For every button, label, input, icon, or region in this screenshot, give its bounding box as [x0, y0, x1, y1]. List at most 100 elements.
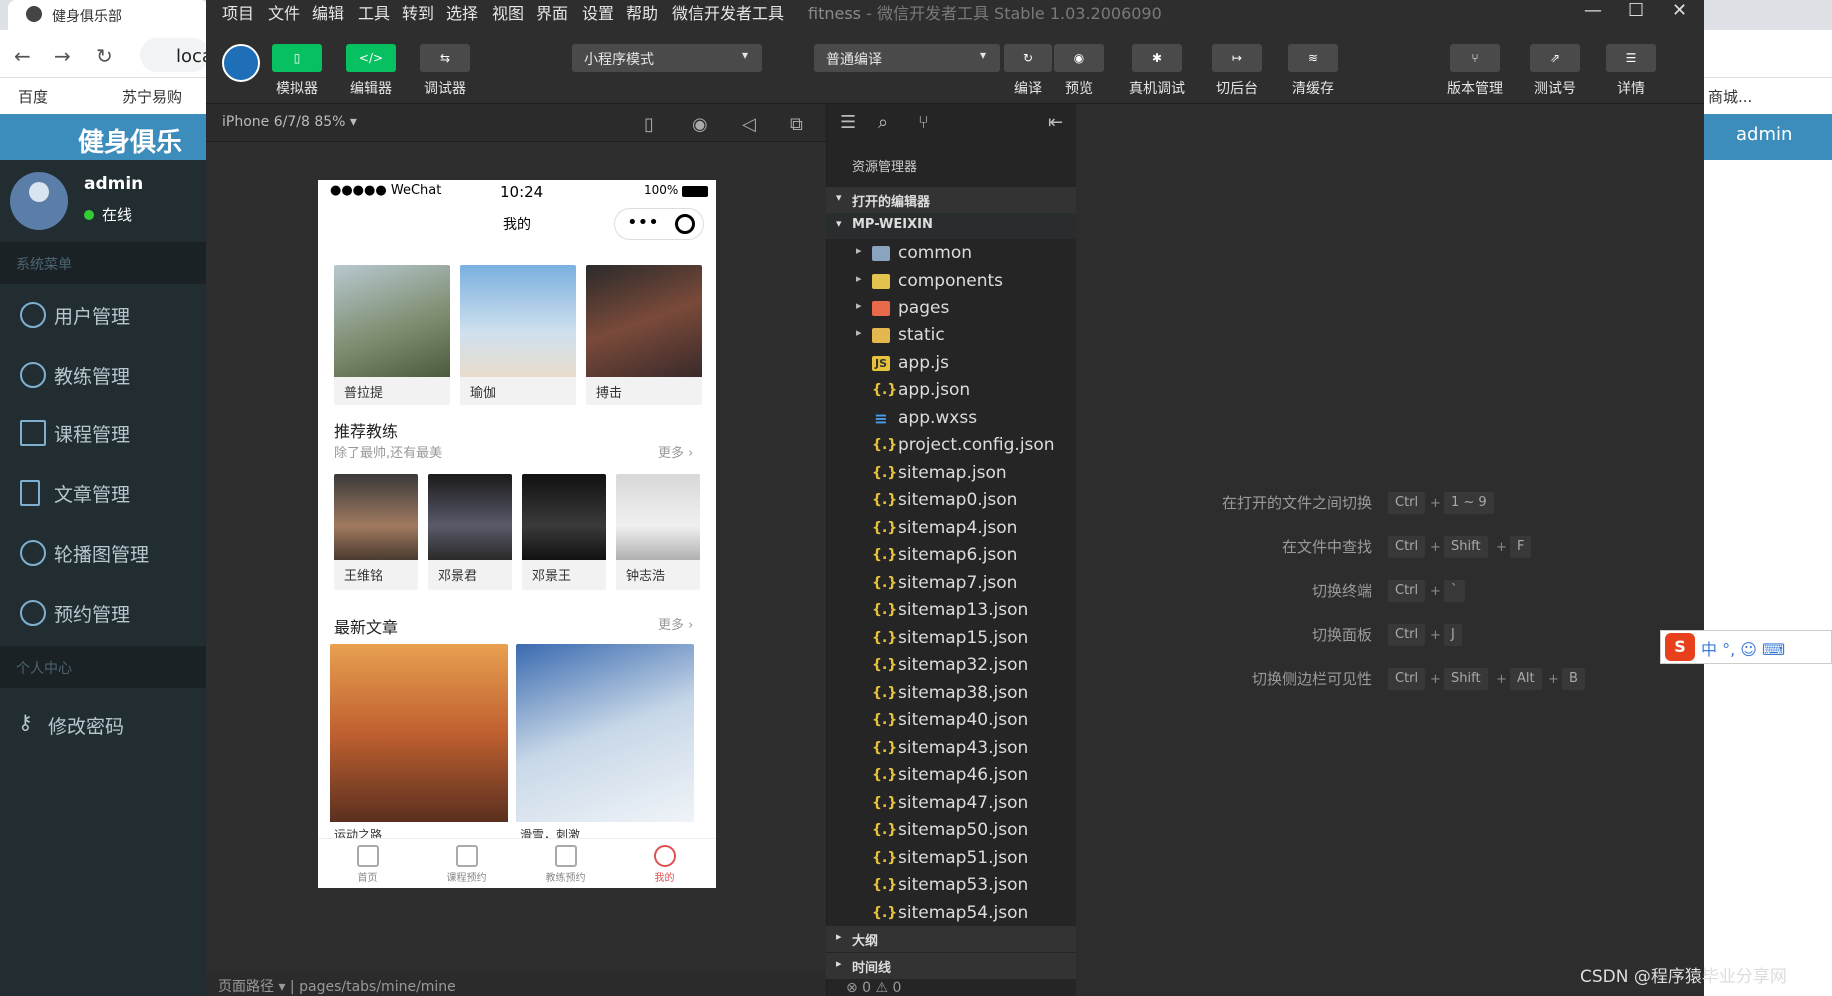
tab-coach-booking[interactable]: 教练预约	[516, 839, 615, 888]
clear-cache-button[interactable]: ≋	[1288, 44, 1338, 72]
tree-file[interactable]: {.} sitemap40.json	[826, 707, 1076, 734]
tree-file[interactable]: {.} sitemap7.json	[826, 570, 1076, 597]
sidebar-item-courses[interactable]: 课程管理	[0, 408, 206, 458]
test-id-button[interactable]: ⇗	[1530, 44, 1580, 72]
tree-file[interactable]: ≡ app.wxss	[826, 405, 1076, 432]
simulator-toggle[interactable]: ▯	[272, 44, 322, 72]
more-icon[interactable]: •••	[627, 212, 659, 233]
menu-interface[interactable]: 界面	[536, 0, 568, 24]
tree-file[interactable]: {.} sitemap4.json	[826, 515, 1076, 542]
tree-file[interactable]: {.} sitemap51.json	[826, 845, 1076, 872]
menu-wechat-devtools[interactable]: 微信开发者工具	[672, 0, 784, 24]
bookmark-baidu[interactable]: 百度	[18, 86, 48, 107]
coach-card[interactable]: 王维铭	[334, 474, 418, 590]
article-card[interactable]: 运动之路	[330, 644, 508, 840]
reload-icon[interactable]: ↻	[96, 44, 113, 68]
tree-file[interactable]: {.} sitemap46.json	[826, 762, 1076, 789]
sidebar-item-change-password[interactable]: ⚷ 修改密码	[0, 700, 206, 750]
menu-help[interactable]: 帮助	[626, 0, 658, 24]
menu-settings[interactable]: 设置	[582, 0, 614, 24]
sidebar-item-coaches[interactable]: 教练管理	[0, 350, 206, 400]
tab-course-booking[interactable]: 课程预约	[417, 839, 516, 888]
menu-file[interactable]: 文件	[268, 0, 300, 24]
tree-file[interactable]: {.} sitemap13.json	[826, 597, 1076, 624]
page-path-label[interactable]: 页面路径 ▾	[218, 979, 285, 995]
outline-group[interactable]: 大纲	[826, 926, 1076, 952]
tree-file[interactable]: {.} sitemap50.json	[826, 817, 1076, 844]
sidebar-item-banners[interactable]: 轮播图管理	[0, 528, 206, 578]
sidebar-item-users[interactable]: 用户管理	[0, 290, 206, 340]
compile-mode-select[interactable]: 普通编译	[814, 44, 1000, 72]
details-button[interactable]: ☰	[1606, 44, 1656, 72]
popout-icon[interactable]: ⧉	[790, 114, 803, 135]
ime-toolbar[interactable]: S 中 °, ☺ ⌨	[1660, 630, 1832, 664]
tree-folder-pages[interactable]: ▸ pages	[826, 295, 1076, 322]
tree-file[interactable]: {.} sitemap54.json	[826, 900, 1076, 927]
tree-file[interactable]: {.} sitemap32.json	[826, 652, 1076, 679]
address-bar[interactable]: loca	[140, 38, 213, 72]
remote-debug-button[interactable]: ✱	[1132, 44, 1182, 72]
bookmark-mall[interactable]: 商城...	[1708, 86, 1752, 107]
avatar[interactable]	[222, 44, 260, 82]
tab-mine[interactable]: 我的	[615, 839, 714, 888]
timeline-group[interactable]: 时间线	[826, 953, 1076, 979]
coach-card[interactable]: 钟志浩	[616, 474, 700, 590]
bookmark-suning[interactable]: 苏宁易购	[122, 86, 182, 107]
collapse-panel-icon[interactable]: ⇤	[1048, 112, 1063, 133]
tree-file[interactable]: {.} sitemap.json	[826, 460, 1076, 487]
preview-button[interactable]: ◉	[1054, 44, 1104, 72]
tab-home[interactable]: 首页	[318, 839, 417, 888]
miniprogram-capsule[interactable]: •••	[614, 208, 704, 240]
editor-toggle[interactable]: </>	[346, 44, 396, 72]
project-group[interactable]: MP-WEIXIN	[826, 213, 1076, 239]
browser-tab[interactable]: 健身俱乐部	[8, 0, 208, 30]
menu-view[interactable]: 视图	[492, 0, 524, 24]
tree-file[interactable]: {.} sitemap47.json	[826, 790, 1076, 817]
tree-file[interactable]: {.} sitemap6.json	[826, 542, 1076, 569]
open-editors-group[interactable]: 打开的编辑器	[826, 187, 1076, 213]
course-card[interactable]: 搏击	[586, 265, 702, 405]
back-icon[interactable]: ←	[14, 44, 31, 68]
tree-file[interactable]: {.} sitemap53.json	[826, 872, 1076, 899]
sidebar-item-bookings[interactable]: 预约管理	[0, 588, 206, 638]
tree-file[interactable]: {.} app.json	[826, 377, 1076, 404]
device-select[interactable]: iPhone 6/7/8 85% ▾	[222, 114, 357, 130]
menu-project[interactable]: 项目	[222, 0, 254, 24]
article-card[interactable]: 滑雪，刺激	[516, 644, 694, 840]
tree-file[interactable]: {.} sitemap15.json	[826, 625, 1076, 652]
close-capsule-icon[interactable]	[675, 214, 695, 234]
debugger-toggle[interactable]: ⇆	[420, 44, 470, 72]
article-more-link[interactable]: 更多 ›	[658, 614, 693, 633]
forward-icon[interactable]: →	[54, 44, 71, 68]
mode-select[interactable]: 小程序模式	[572, 44, 762, 72]
minimize-icon[interactable]: —	[1584, 0, 1602, 21]
menu-goto[interactable]: 转到	[402, 0, 434, 24]
menu-edit[interactable]: 编辑	[312, 0, 344, 24]
close-icon[interactable]: ✕	[1672, 0, 1687, 21]
tree-folder-static[interactable]: ▸ static	[826, 322, 1076, 349]
tree-folder-components[interactable]: ▸ components	[826, 268, 1076, 295]
coach-more-link[interactable]: 更多 ›	[658, 442, 693, 461]
tree-folder-common[interactable]: ▸ common	[826, 240, 1076, 267]
maximize-icon[interactable]: ☐	[1628, 0, 1644, 21]
tree-file[interactable]: {.} sitemap43.json	[826, 735, 1076, 762]
search-icon[interactable]: ⌕	[878, 112, 888, 133]
coach-card[interactable]: 邓景王	[522, 474, 606, 590]
coach-card[interactable]: 邓景君	[428, 474, 512, 590]
menu-select[interactable]: 选择	[446, 0, 478, 24]
tree-file[interactable]: JS app.js	[826, 350, 1076, 377]
background-button[interactable]: ↦	[1212, 44, 1262, 72]
version-button[interactable]: ⑂	[1450, 44, 1500, 72]
course-card[interactable]: 普拉提	[334, 265, 450, 405]
record-icon[interactable]: ◉	[692, 114, 708, 135]
header-user-name[interactable]: admin	[1736, 124, 1792, 145]
compile-button[interactable]: ↻	[1004, 44, 1052, 72]
sound-icon[interactable]: ◁	[742, 114, 756, 135]
tree-file[interactable]: {.} sitemap0.json	[826, 487, 1076, 514]
course-card[interactable]: 瑜伽	[460, 265, 576, 405]
files-icon[interactable]: ☰	[840, 112, 856, 133]
problems-counter[interactable]: ⊗ 0 ⚠ 0	[846, 980, 901, 996]
menu-tools[interactable]: 工具	[358, 0, 390, 24]
sidebar-item-articles[interactable]: 文章管理	[0, 468, 206, 518]
tree-file[interactable]: {.} sitemap38.json	[826, 680, 1076, 707]
